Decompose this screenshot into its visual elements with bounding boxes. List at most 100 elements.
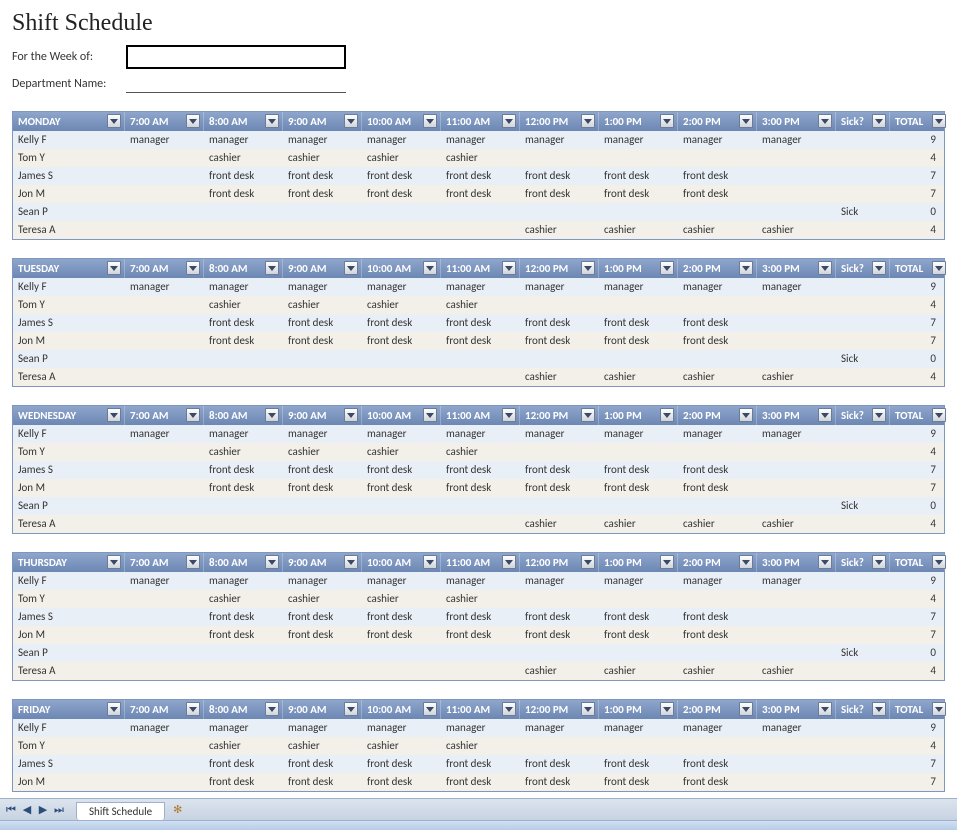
filter-dropdown-icon[interactable]: [502, 555, 516, 569]
filter-dropdown-icon[interactable]: [581, 408, 595, 422]
shift-cell[interactable]: front desk: [599, 167, 678, 185]
filter-dropdown-icon[interactable]: [872, 555, 886, 569]
time-header[interactable]: 1:00 PM: [599, 553, 678, 572]
shift-cell[interactable]: front desk: [599, 773, 678, 791]
shift-cell[interactable]: front desk: [362, 167, 441, 185]
shift-cell[interactable]: manager: [678, 572, 757, 590]
shift-cell[interactable]: manager: [125, 719, 204, 737]
shift-cell[interactable]: manager: [441, 572, 520, 590]
shift-cell[interactable]: [204, 368, 283, 386]
shift-cell[interactable]: [362, 350, 441, 368]
shift-cell[interactable]: cashier: [204, 149, 283, 167]
time-header[interactable]: 1:00 PM: [599, 259, 678, 278]
filter-dropdown-icon[interactable]: [818, 261, 832, 275]
sheet-nav-last-icon[interactable]: ⏭: [52, 803, 66, 817]
sick-cell[interactable]: Sick: [836, 203, 890, 221]
employee-name[interactable]: Tom Y: [13, 443, 125, 461]
shift-cell[interactable]: [678, 296, 757, 314]
shift-cell[interactable]: front desk: [678, 332, 757, 350]
shift-cell[interactable]: front desk: [441, 773, 520, 791]
filter-dropdown-icon[interactable]: [265, 702, 279, 716]
shift-cell[interactable]: front desk: [204, 479, 283, 497]
filter-dropdown-icon[interactable]: [265, 114, 279, 128]
shift-cell[interactable]: front desk: [678, 479, 757, 497]
shift-cell[interactable]: front desk: [678, 314, 757, 332]
shift-cell[interactable]: [757, 314, 836, 332]
shift-cell[interactable]: front desk: [520, 755, 599, 773]
time-header[interactable]: 8:00 AM: [204, 406, 283, 425]
total-header[interactable]: TOTAL: [890, 112, 949, 131]
shift-cell[interactable]: cashier: [757, 368, 836, 386]
shift-cell[interactable]: front desk: [441, 167, 520, 185]
shift-cell[interactable]: manager: [204, 719, 283, 737]
shift-cell[interactable]: manager: [678, 719, 757, 737]
shift-cell[interactable]: [678, 149, 757, 167]
shift-cell[interactable]: cashier: [204, 296, 283, 314]
total-cell[interactable]: 7: [890, 479, 949, 497]
shift-cell[interactable]: [283, 350, 362, 368]
shift-cell[interactable]: cashier: [283, 737, 362, 755]
time-header[interactable]: 1:00 PM: [599, 406, 678, 425]
sick-cell[interactable]: [836, 296, 890, 314]
sick-header[interactable]: Sick?: [836, 553, 890, 572]
shift-cell[interactable]: [757, 755, 836, 773]
shift-cell[interactable]: [125, 203, 204, 221]
filter-dropdown-icon[interactable]: [107, 114, 121, 128]
time-header[interactable]: 12:00 PM: [520, 553, 599, 572]
shift-cell[interactable]: [125, 755, 204, 773]
employee-name[interactable]: Kelly F: [13, 572, 125, 590]
shift-cell[interactable]: cashier: [678, 515, 757, 533]
shift-cell[interactable]: [599, 590, 678, 608]
shift-cell[interactable]: [520, 443, 599, 461]
shift-cell[interactable]: [441, 515, 520, 533]
sick-cell[interactable]: [836, 737, 890, 755]
day-name-header[interactable]: TUESDAY: [13, 259, 125, 278]
time-header[interactable]: 3:00 PM: [757, 112, 836, 131]
shift-cell[interactable]: manager: [283, 425, 362, 443]
employee-name[interactable]: Kelly F: [13, 719, 125, 737]
sick-cell[interactable]: [836, 755, 890, 773]
shift-cell[interactable]: [125, 644, 204, 662]
shift-cell[interactable]: front desk: [520, 608, 599, 626]
shift-cell[interactable]: cashier: [204, 443, 283, 461]
shift-cell[interactable]: manager: [125, 278, 204, 296]
shift-cell[interactable]: front desk: [362, 608, 441, 626]
employee-name[interactable]: Tom Y: [13, 590, 125, 608]
time-header[interactable]: 9:00 AM: [283, 259, 362, 278]
total-cell[interactable]: 0: [890, 497, 949, 515]
shift-cell[interactable]: [125, 185, 204, 203]
shift-cell[interactable]: [283, 497, 362, 515]
sick-cell[interactable]: Sick: [836, 497, 890, 515]
employee-name[interactable]: Teresa A: [13, 221, 125, 239]
filter-dropdown-icon[interactable]: [660, 555, 674, 569]
shift-cell[interactable]: front desk: [283, 167, 362, 185]
shift-cell[interactable]: [125, 515, 204, 533]
total-cell[interactable]: 4: [890, 662, 949, 680]
shift-cell[interactable]: [125, 350, 204, 368]
shift-cell[interactable]: [441, 350, 520, 368]
shift-cell[interactable]: front desk: [204, 185, 283, 203]
sick-cell[interactable]: [836, 221, 890, 239]
shift-cell[interactable]: [362, 497, 441, 515]
shift-cell[interactable]: manager: [599, 572, 678, 590]
shift-cell[interactable]: cashier: [599, 515, 678, 533]
sick-cell[interactable]: [836, 608, 890, 626]
shift-cell[interactable]: cashier: [204, 590, 283, 608]
filter-dropdown-icon[interactable]: [186, 702, 200, 716]
shift-cell[interactable]: [520, 149, 599, 167]
shift-cell[interactable]: front desk: [362, 461, 441, 479]
shift-cell[interactable]: cashier: [757, 662, 836, 680]
employee-name[interactable]: Sean P: [13, 644, 125, 662]
shift-cell[interactable]: [757, 350, 836, 368]
total-cell[interactable]: 7: [890, 608, 949, 626]
total-cell[interactable]: 7: [890, 314, 949, 332]
filter-dropdown-icon[interactable]: [660, 114, 674, 128]
shift-cell[interactable]: cashier: [599, 368, 678, 386]
shift-cell[interactable]: cashier: [362, 149, 441, 167]
filter-dropdown-icon[interactable]: [581, 555, 595, 569]
time-header[interactable]: 11:00 AM: [441, 406, 520, 425]
total-cell[interactable]: 7: [890, 626, 949, 644]
shift-cell[interactable]: front desk: [520, 626, 599, 644]
shift-cell[interactable]: [520, 350, 599, 368]
total-header[interactable]: TOTAL: [890, 553, 949, 572]
